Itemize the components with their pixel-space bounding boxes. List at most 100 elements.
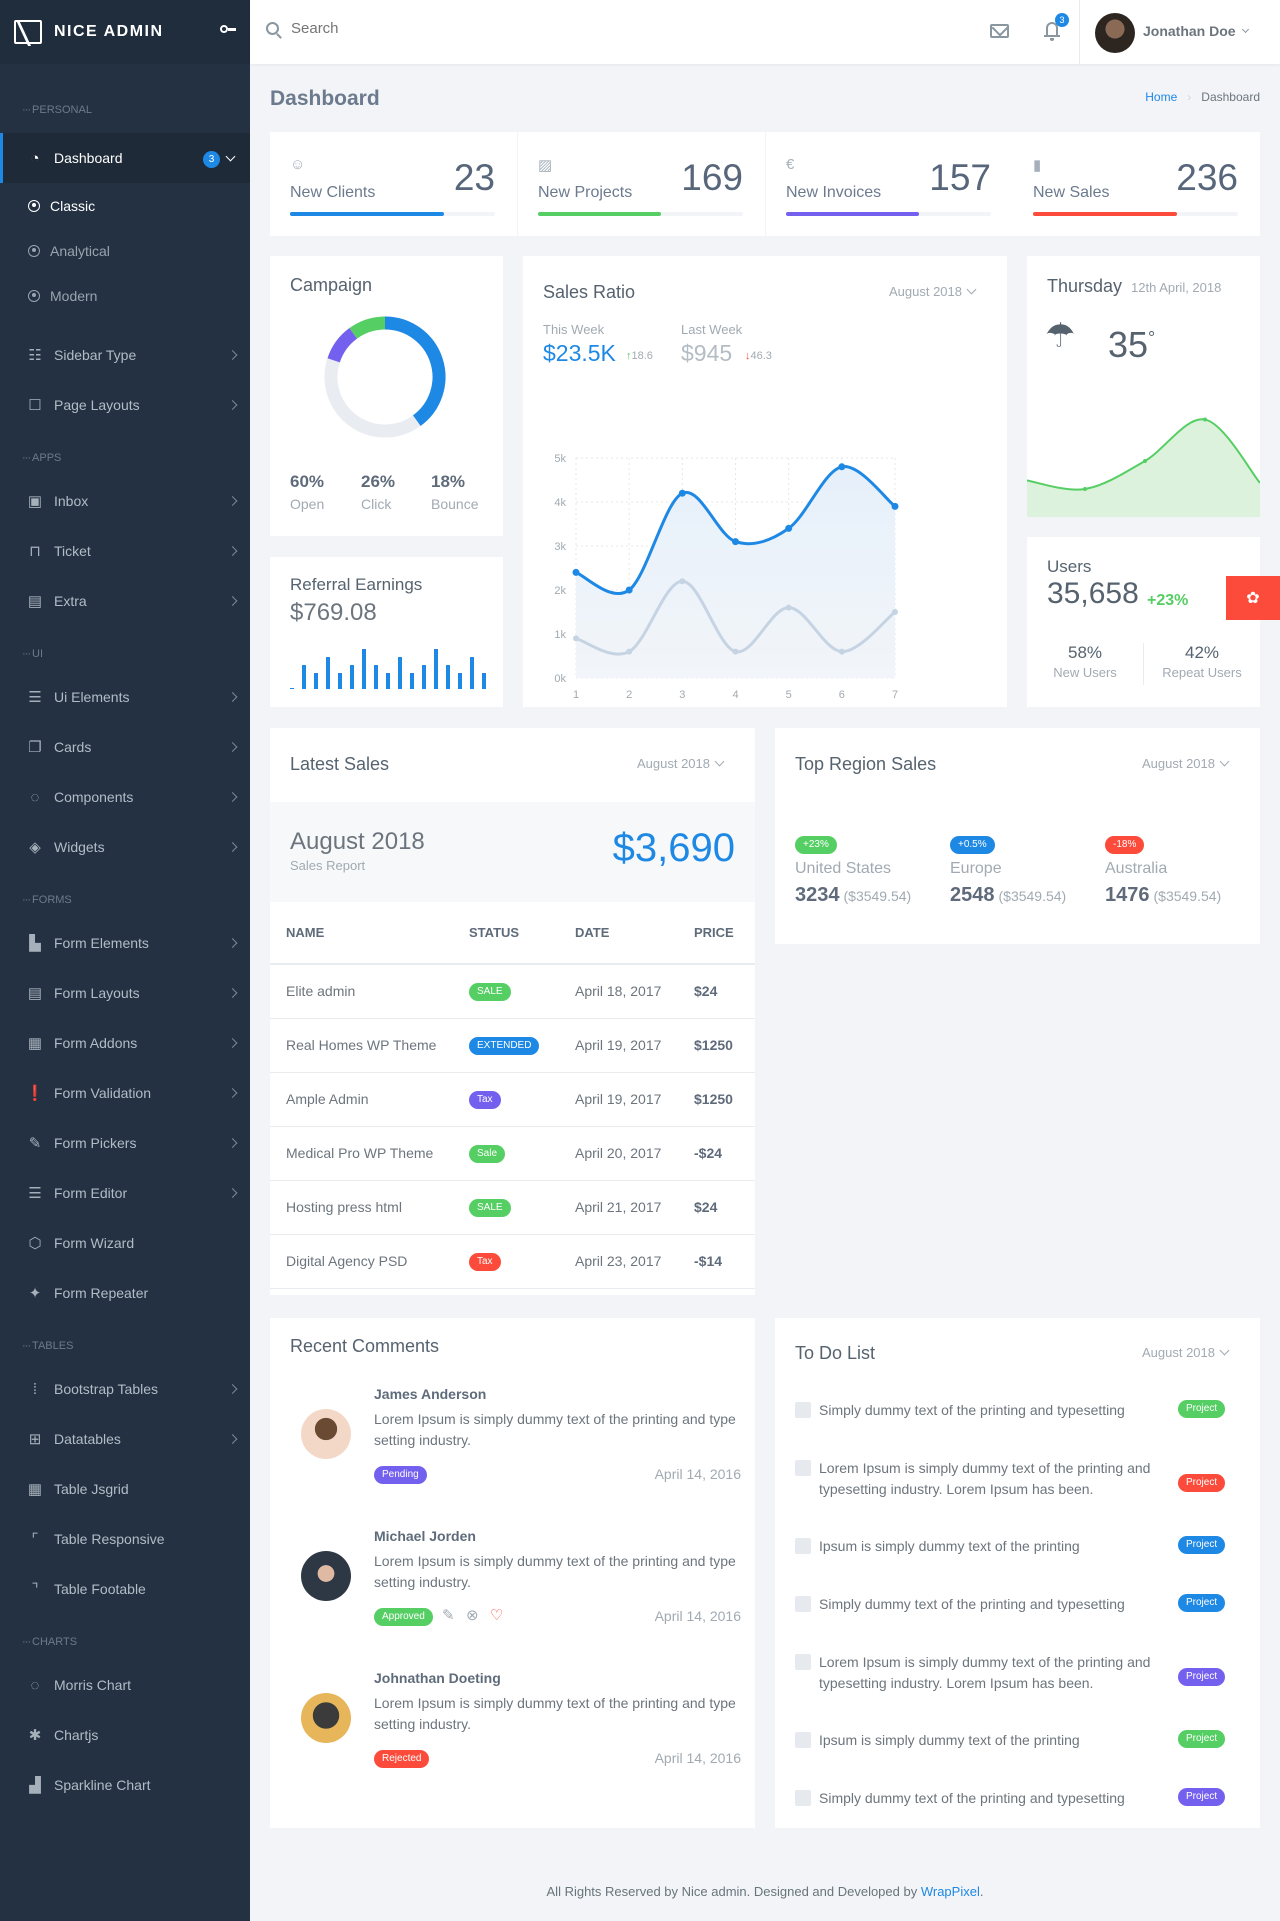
chevron-down-icon[interactable] (1241, 25, 1250, 34)
sidebar-item-sidebar-type[interactable]: ☷ Sidebar Type (0, 330, 250, 380)
sidebar-item-form-validation[interactable]: ❗ Form Validation (0, 1068, 250, 1118)
commenter-name[interactable]: James Anderson (374, 1386, 486, 1402)
sidebar-item-form-editor[interactable]: ☰ Form Editor (0, 1168, 250, 1218)
todo-checkbox[interactable] (795, 1790, 811, 1806)
card-title: Campaign (290, 275, 373, 295)
commenter-avatar (301, 1693, 351, 1743)
y-tick-label: 5k (554, 453, 566, 465)
sidebar-item-chartjs[interactable]: ✱ Chartjs (0, 1710, 250, 1760)
bookmark-icon: ⊓ (29, 543, 41, 560)
commenter-name[interactable]: Michael Jorden (374, 1528, 476, 1544)
x-tick-label: 4 (732, 689, 738, 701)
data-point (892, 609, 898, 615)
table-row[interactable]: Hosting press html SALE April 21, 2017 $24 (270, 1180, 755, 1235)
sidebar-item-table-footable[interactable]: ⌝ Table Footable (0, 1564, 250, 1614)
sidebar-item-form-pickers[interactable]: ✎ Form Pickers (0, 1118, 250, 1168)
sidebar-item-label: Table Jsgrid (54, 1481, 129, 1497)
sidebar-item-label: Form Repeater (54, 1285, 149, 1301)
close-circle-icon[interactable]: ⊗ (466, 1606, 479, 1624)
commenter-name[interactable]: Johnathan Doeting (374, 1670, 501, 1686)
sidebar-item-components[interactable]: ◌ Components (0, 772, 250, 822)
sidebar-item-widgets[interactable]: ◈ Widgets (0, 822, 250, 872)
todo-checkbox[interactable] (795, 1732, 811, 1748)
todo-checkbox[interactable] (795, 1460, 811, 1476)
sidebar-item-label: Datatables (54, 1431, 121, 1447)
weather-area-chart (1027, 417, 1260, 517)
search-input[interactable] (291, 20, 591, 37)
breadcrumb-home-link[interactable]: Home (1145, 90, 1177, 104)
status-badge: Tax (469, 1253, 501, 1271)
sidebar-item-morris-chart[interactable]: ◌ Morris Chart (0, 1660, 250, 1710)
sidebar-item-form-layouts[interactable]: ▤ Form Layouts (0, 968, 250, 1018)
period-dropdown[interactable]: August 2018 (889, 284, 975, 299)
data-point (626, 648, 633, 655)
sidebar-item-ui-elements[interactable]: ☰ Ui Elements (0, 672, 250, 722)
cube-send-icon: ⬡ (28, 1235, 42, 1252)
sidebar-subitem-analytical[interactable]: Analytical (0, 228, 250, 273)
search-icon[interactable] (266, 22, 279, 35)
y-tick-label: 1k (554, 629, 566, 641)
column-header[interactable]: NAME (270, 902, 453, 965)
sidebar-item-dashboard[interactable]: ◔ Dashboard 3 (0, 133, 250, 183)
status-badge: EXTENDED (469, 1037, 540, 1055)
stat-progress (786, 212, 991, 216)
sidebar-subitem-modern[interactable]: Modern (0, 273, 250, 318)
campaign-click-value: 26% (361, 472, 396, 491)
status-badge: Tax (469, 1091, 501, 1109)
sidebar-item-sparkline-chart[interactable]: ▟ Sparkline Chart (0, 1760, 250, 1810)
sidebar-item-bootstrap-tables[interactable]: ⁞ Bootstrap Tables (0, 1364, 250, 1414)
data-point (1203, 417, 1207, 422)
sidebar-item-table-responsive[interactable]: ⌜ Table Responsive (0, 1514, 250, 1564)
sidebar-toggle-icon[interactable] (220, 24, 238, 34)
column-header[interactable]: PRICE (678, 902, 755, 965)
addons-icon: ▦ (27, 1035, 43, 1052)
table-row[interactable]: Medical Pro WP Theme Sale April 20, 2017 -$… (270, 1126, 755, 1181)
period-dropdown[interactable]: August 2018 (637, 756, 723, 771)
chevron-right-icon (227, 546, 238, 556)
radio-dot-icon (28, 244, 40, 257)
data-point (732, 538, 739, 546)
settings-button[interactable]: ✿ (1226, 576, 1280, 620)
sidebar-item-ticket[interactable]: ⊓ Ticket (0, 526, 250, 576)
column-header[interactable]: DATE (559, 902, 678, 965)
sidebar-item-form-repeater[interactable]: ✦ Form Repeater (0, 1268, 250, 1318)
sidebar-item-form-wizard[interactable]: ⬡ Form Wizard (0, 1218, 250, 1268)
sale-date: April 18, 2017 (559, 964, 678, 1019)
sidebar-subitem-classic[interactable]: Classic (0, 183, 250, 228)
sidebar-item-label: Sidebar Type (54, 347, 137, 363)
todo-checkbox[interactable] (795, 1538, 811, 1554)
todo-checkbox[interactable] (795, 1654, 811, 1670)
heart-icon[interactable]: ♡ (490, 1606, 503, 1624)
todo-checkbox[interactable] (795, 1402, 811, 1418)
column-header[interactable]: STATUS (453, 902, 559, 965)
edit-icon[interactable]: ✎ (442, 1606, 455, 1624)
campaign-bounce-value: 18% (431, 472, 466, 491)
brand-logo[interactable]: NICE ADMIN (0, 0, 250, 64)
sidebar-item-datatables[interactable]: ⊞ Datatables (0, 1414, 250, 1464)
table-row[interactable]: Elite admin SALE April 18, 2017 $24 (270, 964, 755, 1019)
sidebar-item-extra[interactable]: ▤ Extra (0, 576, 250, 626)
footer-link[interactable]: WrapPixel (921, 1884, 980, 1899)
sidebar-item-inbox[interactable]: ▣ Inbox (0, 476, 250, 526)
comment-item: Johnathan Doeting Lorem Ipsum is simply d… (270, 1658, 755, 1800)
mail-icon[interactable] (990, 24, 1009, 38)
stat-value: 169 (681, 157, 743, 198)
referral-bar (422, 665, 426, 689)
table-row[interactable]: Digital Agency PSD Tax April 23, 2017 -$14 (270, 1234, 755, 1289)
sale-price: $1250 (678, 1072, 755, 1127)
sidebar-item-form-elements[interactable]: ▙ Form Elements (0, 918, 250, 968)
sidebar-item-table-jsgrid[interactable]: ▦ Table Jsgrid (0, 1464, 250, 1514)
sales-ratio-card: Sales Ratio August 2018 This Week $23.5K… (523, 256, 1007, 707)
last-week-change: ↓46.3 (745, 350, 772, 362)
table-row[interactable]: Ample Admin Tax April 19, 2017 $1250 (270, 1072, 755, 1127)
sliders-icon: ☷ (28, 347, 42, 364)
user-avatar[interactable] (1095, 13, 1135, 53)
user-name[interactable]: Jonathan Doe (1143, 23, 1236, 39)
sidebar-item-form-addons[interactable]: ▦ Form Addons (0, 1018, 250, 1068)
todo-checkbox[interactable] (795, 1596, 811, 1612)
comment-text: Lorem Ipsum is simply dummy text of the … (374, 1411, 736, 1448)
period-dropdown[interactable]: August 2018 (1142, 756, 1228, 771)
table-row[interactable]: Real Homes WP Theme EXTENDED April 19, 201… (270, 1018, 755, 1073)
sidebar-item-page-layouts[interactable]: ☐ Page Layouts (0, 380, 250, 430)
sidebar-item-cards[interactable]: ❐ Cards (0, 722, 250, 772)
